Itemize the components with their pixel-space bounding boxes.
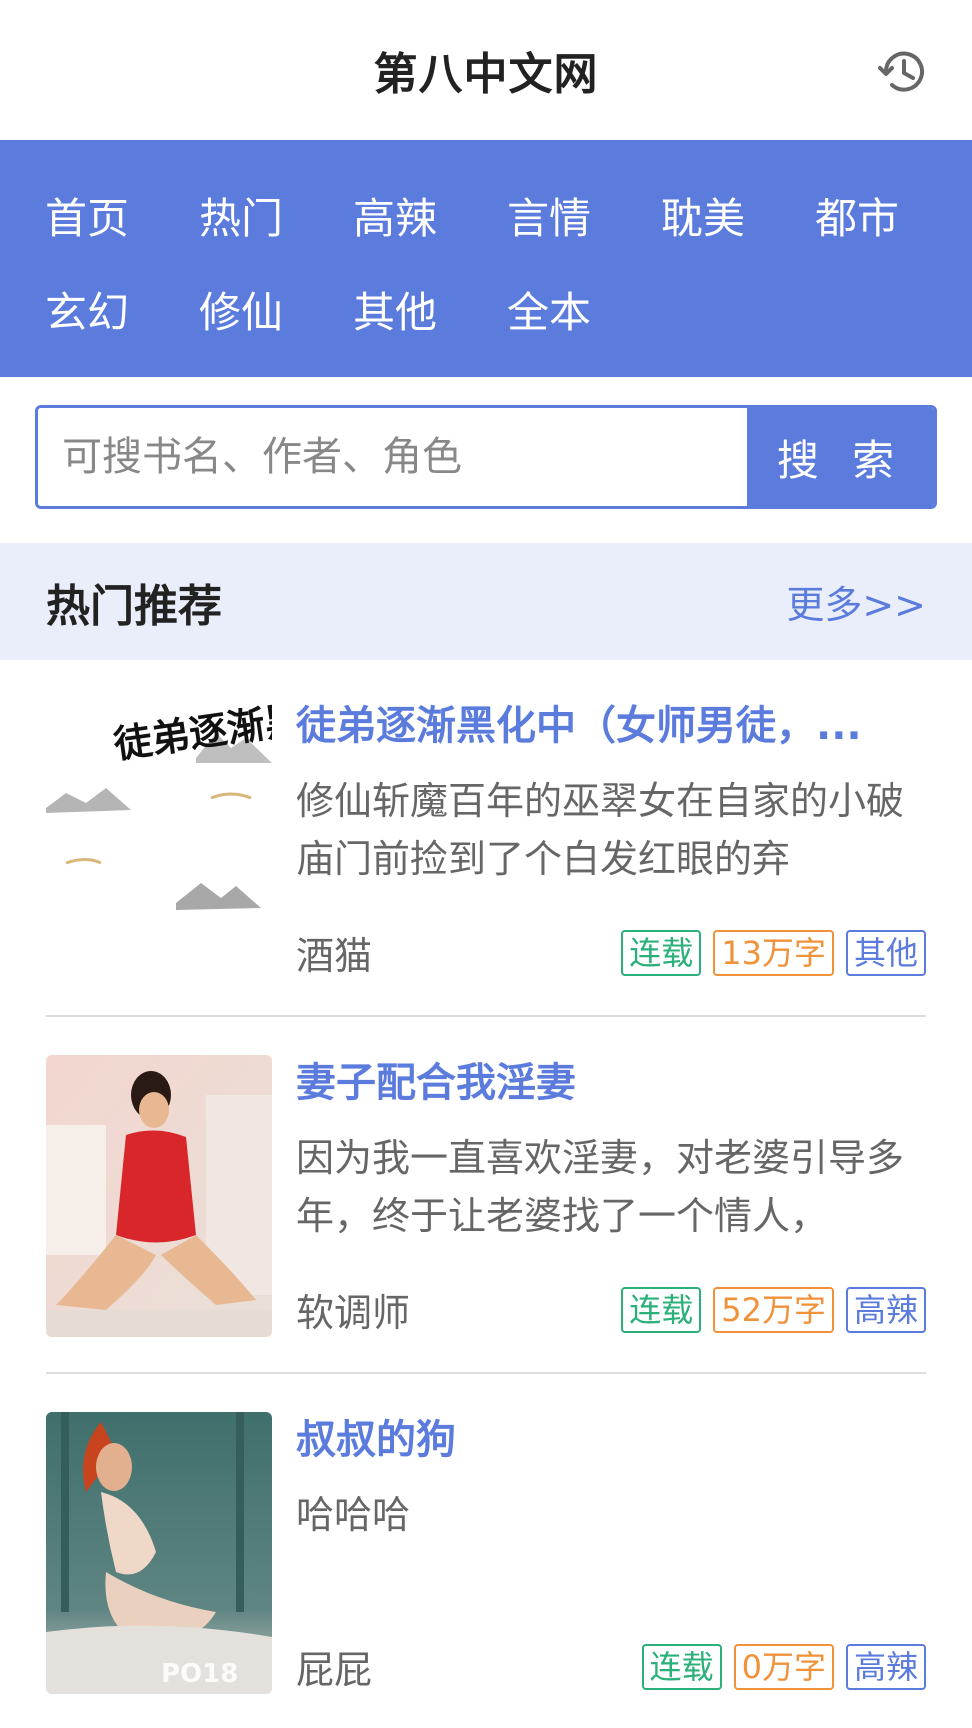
book-item[interactable]: PO18 叔叔的狗 哈哈哈 屁屁 连载 0万字 高辣 (46, 1374, 926, 1728)
book-title[interactable]: 叔叔的狗 (296, 1412, 926, 1468)
search-input[interactable] (38, 408, 747, 506)
book-tags: 连载 52万字 高辣 (621, 1286, 926, 1333)
book-author: 屁屁 (296, 1648, 373, 1692)
more-link[interactable]: 更多>> (786, 574, 926, 629)
book-tags: 连载 13万字 其他 (621, 929, 926, 976)
book-description: 修仙斩魔百年的巫翠女在自家的小破庙门前捡到了个白发红眼的弃 (296, 779, 905, 881)
book-cover[interactable]: PO18 (46, 1412, 272, 1694)
word-count-badge: 13万字 (713, 929, 834, 976)
nav-item-complete[interactable]: 全本 (472, 279, 626, 340)
status-badge: 连载 (621, 1286, 702, 1333)
nav-row-2: 玄幻 修仙 其他 全本 (10, 262, 972, 356)
book-description: 因为我一直喜欢淫妻，对老婆引导多年，终于让老婆找了一个情人， (296, 1136, 905, 1238)
word-count-badge: 0万字 (733, 1643, 834, 1690)
section-title: 热门推荐 (46, 580, 222, 632)
nav-item-home[interactable]: 首页 (10, 185, 164, 246)
site-title: 第八中文网 (373, 49, 599, 100)
book-title[interactable]: 徒弟逐渐黑化中（女师男徒，... (296, 698, 926, 754)
book-cover[interactable] (46, 1055, 272, 1337)
nav-item-hot[interactable]: 热门 (164, 185, 318, 246)
book-meta: 软调师 连载 52万字 高辣 (296, 1282, 926, 1337)
section-header: 热门推荐 更多>> (0, 543, 972, 660)
book-info: 徒弟逐渐黑化中（女师男徒，... 修仙斩魔百年的巫翠女在自家的小破庙门前捡到了个… (296, 698, 926, 980)
book-info: 妻子配合我淫妻 因为我一直喜欢淫妻，对老婆引导多年，终于让老婆找了一个情人， 软… (296, 1055, 926, 1337)
nav-item-fantasy[interactable]: 玄幻 (10, 279, 164, 340)
nav-item-urban[interactable]: 都市 (780, 185, 934, 246)
genre-badge: 其他 (845, 929, 926, 976)
book-info: 叔叔的狗 哈哈哈 屁屁 连载 0万字 高辣 (296, 1412, 926, 1694)
book-title[interactable]: 妻子配合我淫妻 (296, 1055, 926, 1111)
book-meta: 屁屁 连载 0万字 高辣 (296, 1639, 926, 1694)
watermark-text: PO18 (161, 1659, 238, 1689)
book-item[interactable]: 徒弟逐渐黑化中 徒弟逐渐黑化中（女师男徒，... 修仙斩魔百年的巫翠女在自家的小… (46, 660, 926, 1017)
book-list: 徒弟逐渐黑化中 徒弟逐渐黑化中（女师男徒，... 修仙斩魔百年的巫翠女在自家的小… (0, 660, 972, 1728)
status-badge: 连载 (621, 929, 702, 976)
status-badge: 连载 (641, 1643, 722, 1690)
book-meta: 酒猫 连载 13万字 其他 (296, 925, 926, 980)
book-item[interactable]: 妻子配合我淫妻 因为我一直喜欢淫妻，对老婆引导多年，终于让老婆找了一个情人， 软… (46, 1017, 926, 1374)
header: 第八中文网 (0, 0, 972, 140)
book-author: 酒猫 (296, 934, 373, 978)
history-clock-icon[interactable] (876, 44, 932, 100)
word-count-badge: 52万字 (713, 1286, 834, 1333)
book-author: 软调师 (296, 1291, 411, 1335)
nav-item-xianxia[interactable]: 修仙 (164, 279, 318, 340)
nav-item-romance[interactable]: 言情 (472, 185, 626, 246)
nav-row-1: 首页 热门 高辣 言情 耽美 都市 (10, 168, 972, 262)
search-bar: 搜 索 (35, 405, 937, 509)
book-cover[interactable]: 徒弟逐渐黑化中 (46, 698, 272, 980)
book-tags: 连载 0万字 高辣 (641, 1643, 926, 1690)
search-button[interactable]: 搜 索 (747, 408, 934, 506)
genre-badge: 高辣 (845, 1286, 926, 1333)
category-nav: 首页 热门 高辣 言情 耽美 都市 玄幻 修仙 其他 全本 (0, 140, 972, 377)
nav-item-spicy[interactable]: 高辣 (318, 185, 472, 246)
genre-badge: 高辣 (845, 1643, 926, 1690)
book-description: 哈哈哈 (296, 1493, 411, 1537)
nav-item-bl[interactable]: 耽美 (626, 185, 780, 246)
nav-item-other[interactable]: 其他 (318, 279, 472, 340)
